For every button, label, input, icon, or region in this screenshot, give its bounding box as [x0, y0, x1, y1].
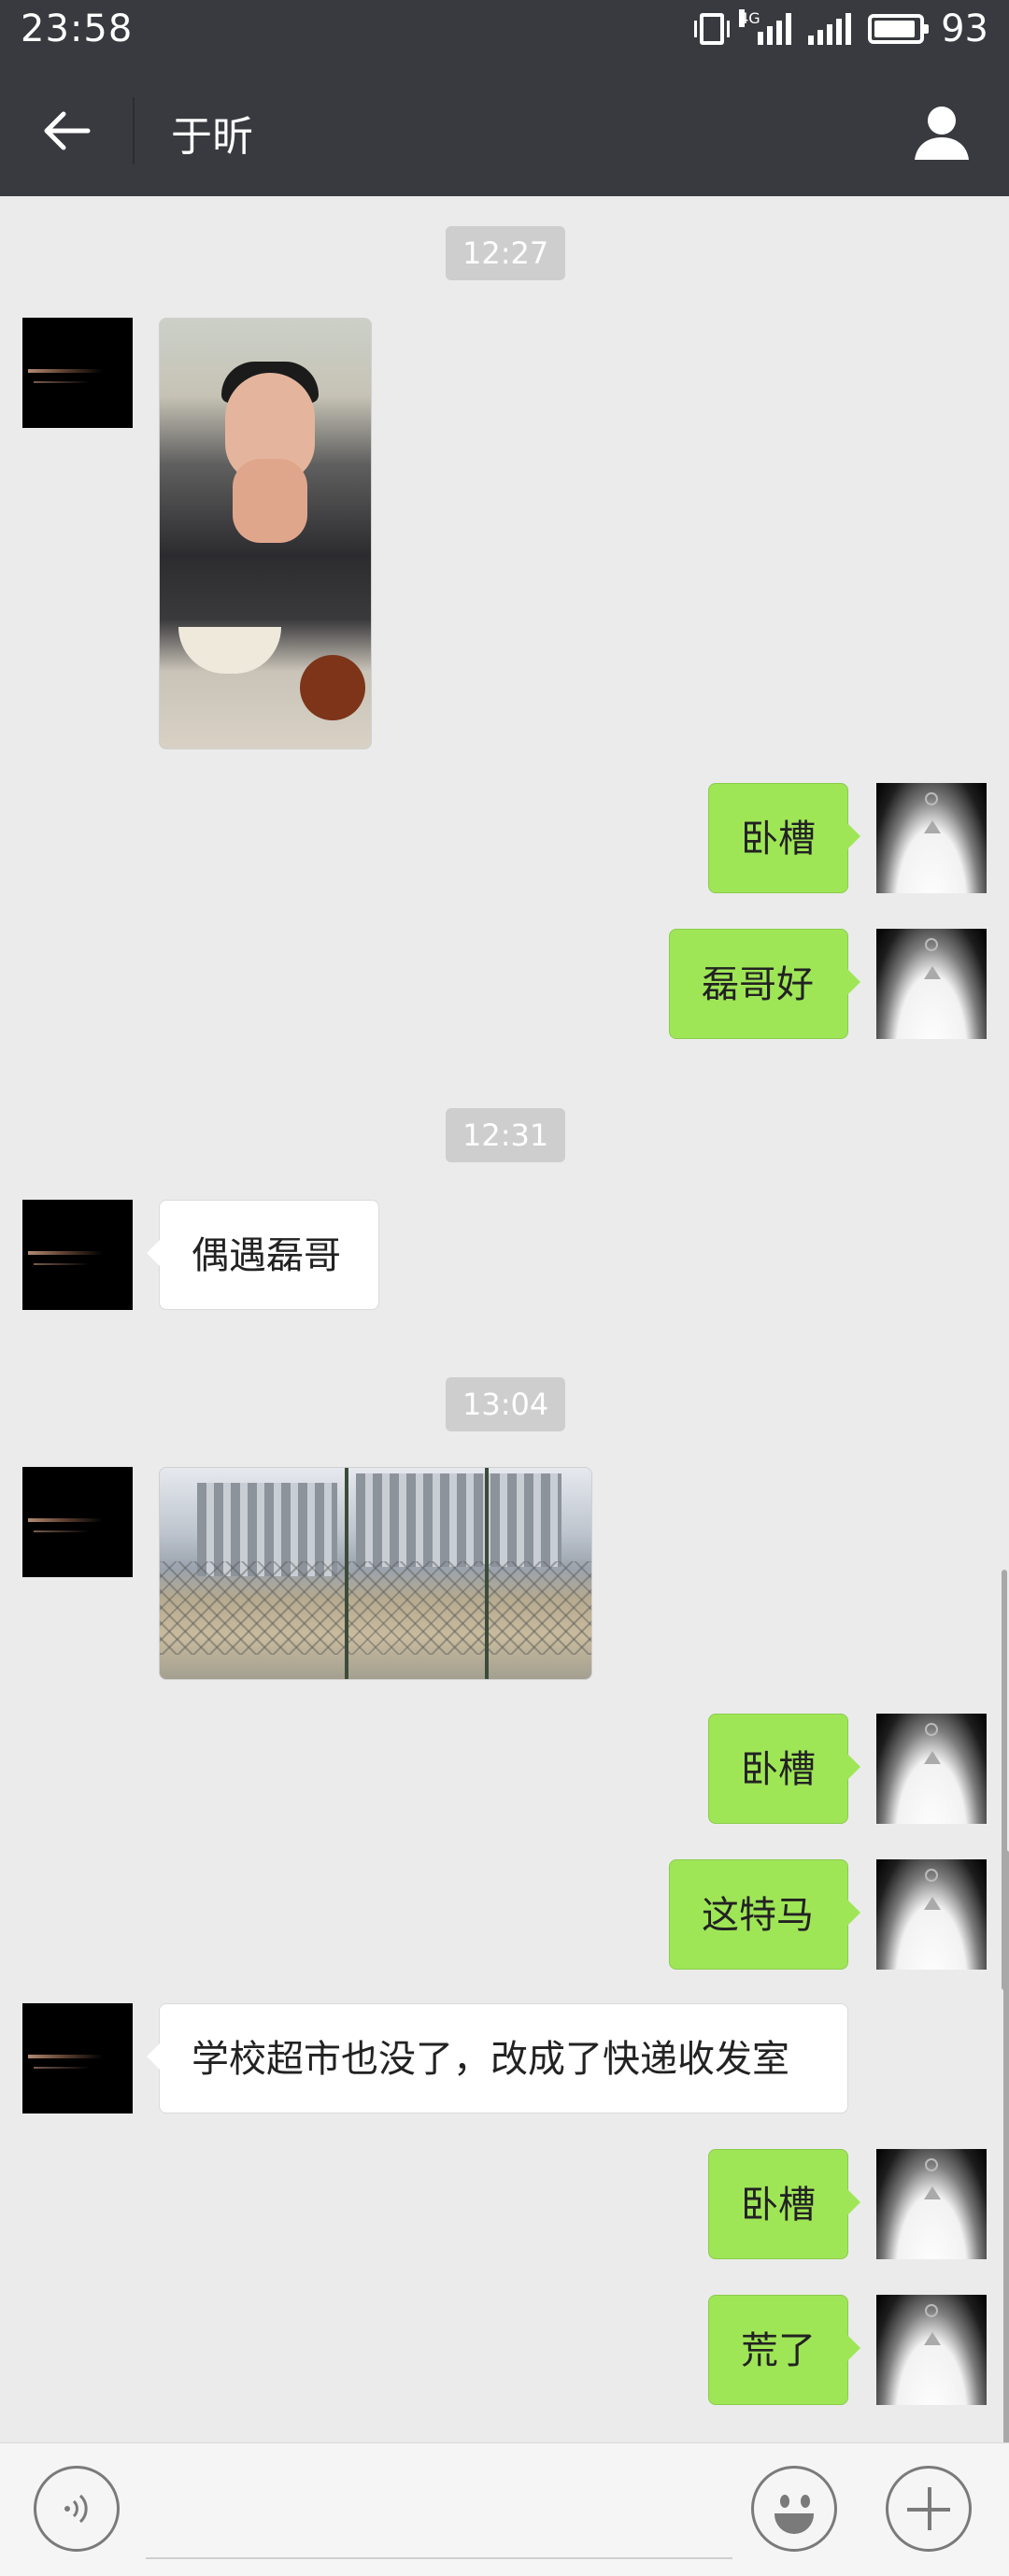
avatar[interactable] — [876, 929, 987, 1039]
status-icons: 4G 93 — [694, 7, 988, 50]
message-bubble[interactable]: 卧槽 — [708, 783, 860, 893]
emoji-button[interactable] — [751, 2466, 837, 2552]
arrow-left-icon — [44, 111, 91, 150]
avatar[interactable] — [22, 1200, 133, 1310]
4g-signal-icon: 4G — [739, 9, 792, 45]
avatar[interactable] — [876, 2149, 987, 2259]
avatar[interactable] — [876, 1859, 987, 1970]
battery-percent: 93 — [941, 7, 988, 50]
scrollbar[interactable] — [1003, 1850, 1009, 2444]
header-divider — [133, 97, 135, 164]
input-bar — [0, 2442, 1009, 2576]
avatar[interactable] — [876, 783, 987, 893]
avatar[interactable] — [22, 318, 133, 428]
message-bubble[interactable]: 磊哥好 — [669, 929, 860, 1039]
voice-button[interactable] — [34, 2466, 120, 2552]
plus-button[interactable] — [886, 2466, 972, 2552]
chat-title: 于昕 — [171, 113, 253, 161]
message-bubble[interactable]: 卧槽 — [708, 2149, 860, 2259]
profile-button[interactable] — [902, 93, 981, 172]
avatar[interactable] — [22, 2003, 133, 2113]
avatar[interactable] — [876, 2295, 987, 2405]
message-bubble[interactable]: 荒了 — [708, 2295, 860, 2405]
message-bubble[interactable]: 这特马 — [669, 1859, 860, 1970]
timestamp: 12:31 — [446, 1108, 566, 1162]
battery-icon — [868, 14, 930, 44]
message-bubble[interactable]: 卧槽 — [708, 1714, 860, 1824]
voice-icon — [64, 2494, 88, 2524]
person-icon — [915, 107, 969, 160]
network-type-label: 4G — [739, 9, 760, 27]
photo-message[interactable] — [159, 1467, 592, 1680]
photo-message[interactable] — [159, 318, 372, 749]
vibrate-icon — [694, 13, 731, 45]
avatar[interactable] — [22, 1467, 133, 1577]
message-input[interactable] — [146, 2471, 732, 2559]
timestamp: 13:04 — [446, 1377, 566, 1431]
message-bubble[interactable]: 学校超市也没了，改成了快递收发室 — [147, 2003, 848, 2113]
avatar[interactable] — [876, 1714, 987, 1824]
back-button[interactable] — [28, 92, 107, 170]
signal-icon — [808, 13, 852, 45]
chat-header: 于昕 — [0, 64, 1009, 196]
message-bubble[interactable]: 偶遇磊哥 — [147, 1200, 379, 1310]
status-time: 23:58 — [21, 7, 134, 50]
status-bar: 23:58 4G 93 — [0, 0, 1009, 64]
timestamp: 12:27 — [446, 226, 566, 280]
message-list[interactable]: 12:27 卧槽 磊哥好 12:31 偶遇磊哥 13:04 卧槽 这特马 学校超… — [0, 196, 1009, 2444]
